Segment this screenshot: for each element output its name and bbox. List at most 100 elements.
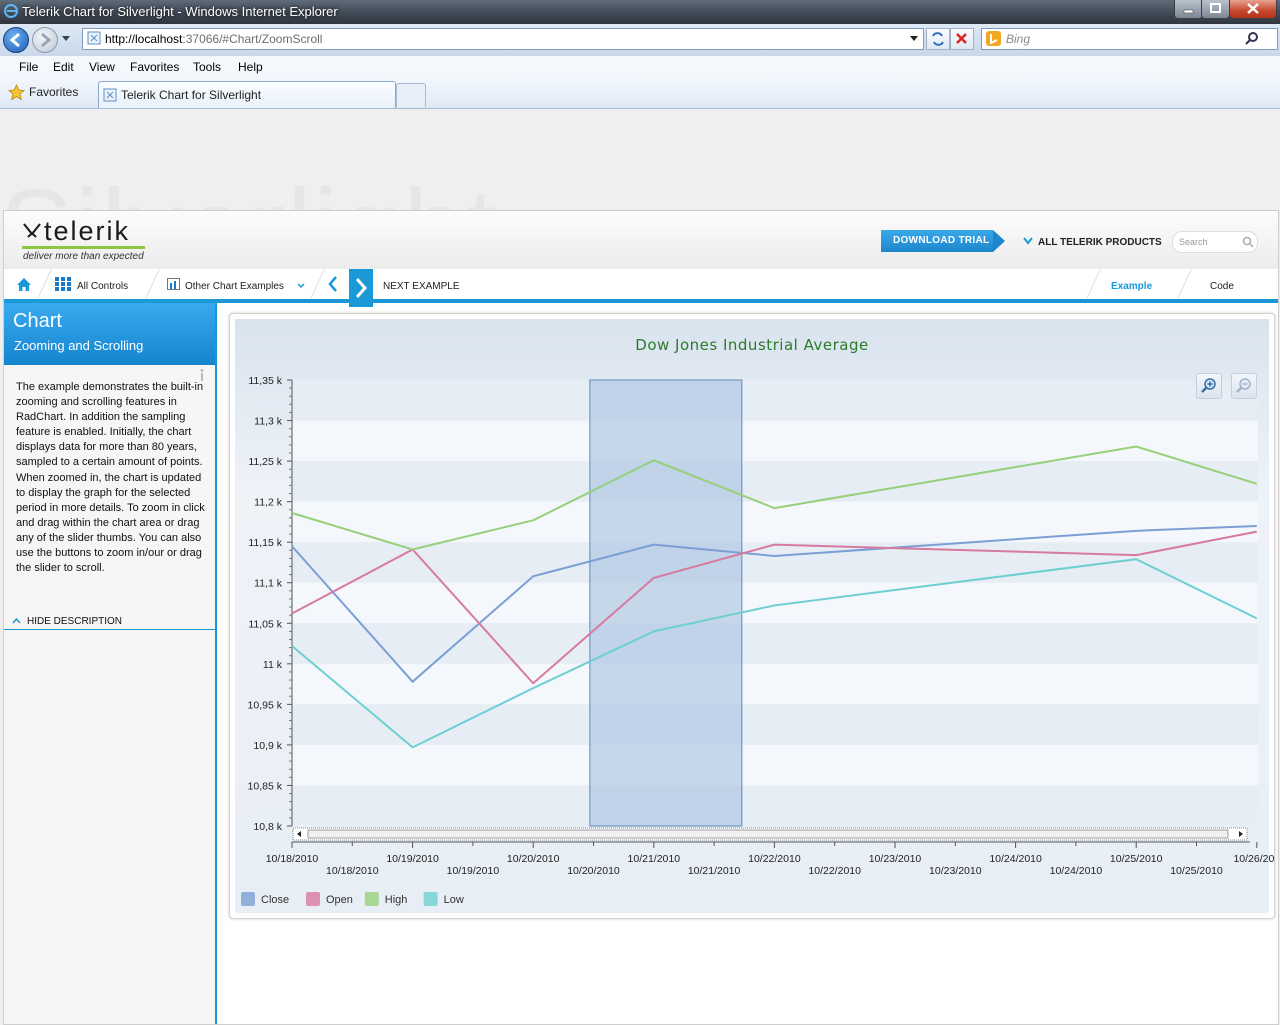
y-tick-label: 11,25 k (248, 456, 282, 468)
hide-description-button[interactable]: HIDE DESCRIPTION (27, 616, 122, 627)
grid-band (292, 420, 1258, 462)
grid-band (292, 582, 1258, 624)
url-input[interactable]: http://localhost:37066/#Chart/ZoomScroll (82, 28, 924, 50)
legend-swatch-close (241, 892, 255, 906)
new-tab-button[interactable] (396, 83, 426, 107)
tab-code[interactable]: Code (1210, 281, 1234, 292)
x-tick-label: 10/19/2010 (386, 853, 439, 865)
telerik-logo-icon[interactable] (22, 221, 42, 241)
legend-swatch-low (423, 892, 438, 906)
grid-band (292, 663, 1258, 705)
y-tick-label: 10,95 k (248, 699, 283, 711)
telerik-logo[interactable]: telerik (44, 216, 130, 247)
chevron-down-icon (1023, 237, 1033, 245)
y-tick-label: 11,2 k (254, 497, 283, 509)
site-header: telerik deliver more than expected DOWNL… (4, 211, 1278, 269)
address-toolbar: http://localhost:37066/#Chart/ZoomScroll… (0, 24, 1280, 56)
zoom-in-button[interactable] (1196, 373, 1222, 399)
x-tick-label: 10/24/2010 (1050, 865, 1103, 877)
x-tick-label: 10/19/2010 (447, 865, 500, 877)
search-icon[interactable] (1242, 236, 1254, 248)
y-tick-label: 11,05 k (248, 618, 282, 630)
grid-band (292, 461, 1258, 502)
tab-example[interactable]: Example (1111, 281, 1152, 292)
x-tick-label: 10/20/2010 (507, 853, 560, 865)
y-tick-label: 11,35 k (248, 375, 282, 387)
example-description: The example demonstrates the built-in zo… (16, 381, 205, 575)
arrow-left-icon (9, 32, 20, 48)
x-tick-label: 10/22/2010 (808, 865, 861, 877)
window-title: Telerik Chart for Silverlight - Windows … (22, 4, 338, 19)
all-controls-link[interactable]: All Controls (77, 281, 128, 292)
site-search-placeholder: Search (1179, 237, 1208, 247)
x-tick-label: 10/18/2010 (326, 865, 379, 877)
y-tick-label: 11 k (263, 659, 283, 671)
x-tick-label: 10/23/2010 (929, 865, 982, 877)
y-tick-label: 10,8 k (253, 821, 282, 833)
chevron-up-icon[interactable] (12, 618, 21, 624)
maximize-button[interactable] (1201, 0, 1230, 19)
search-placeholder: Bing (1006, 32, 1031, 46)
favorites-star-icon[interactable] (8, 84, 25, 101)
menu-help[interactable]: Help (238, 60, 263, 74)
history-dropdown-icon[interactable] (60, 34, 72, 44)
demo-app: telerik deliver more than expected DOWNL… (3, 210, 1279, 1025)
next-example-button[interactable] (349, 269, 373, 307)
url-dropdown-icon[interactable] (909, 35, 919, 43)
refresh-button[interactable] (926, 28, 950, 50)
other-chart-examples-dropdown[interactable]: Other Chart Examples (185, 281, 284, 292)
x-tick-label: 10/21/2010 (688, 865, 741, 877)
previous-example-icon[interactable] (328, 276, 338, 292)
zoom-selection-rect (589, 379, 743, 827)
stop-button[interactable] (950, 28, 974, 50)
zoom-out-button[interactable] (1231, 373, 1257, 399)
arrow-right-icon (41, 32, 52, 48)
download-trial-arrow (993, 230, 1005, 252)
y-tick-label: 10,9 k (253, 740, 282, 752)
demo-navbar: All Controls Other Chart Examples NEXT E… (4, 269, 1278, 307)
window-titlebar: Telerik Chart for Silverlight - Windows … (0, 0, 1280, 24)
menu-favorites[interactable]: Favorites (130, 60, 179, 74)
grid-band (292, 380, 1258, 421)
favorites-label[interactable]: Favorites (29, 85, 78, 99)
chart-card: Dow Jones Industrial Average 11,35 k 11,3 … (229, 313, 1275, 919)
all-products-link[interactable]: ALL TELERIK PRODUCTS (1038, 237, 1162, 248)
next-example-link[interactable]: NEXT EXAMPLE (383, 281, 460, 292)
download-trial-button[interactable]: DOWNLOAD TRIAL (881, 230, 993, 252)
grid-band (292, 623, 1258, 664)
back-button[interactable] (3, 27, 29, 53)
legend-label-close: Close (261, 894, 289, 906)
y-tick-label: 11,1 k (254, 578, 283, 590)
browser-search-input[interactable]: Bing (981, 28, 1278, 50)
legend-label-low: Low (444, 894, 464, 906)
grid-icon (55, 277, 71, 291)
grid-band (292, 785, 1258, 826)
forward-button[interactable] (32, 27, 58, 53)
legend-swatch-open (306, 892, 320, 906)
grid-band (292, 704, 1258, 745)
home-icon[interactable] (16, 277, 32, 292)
menu-file[interactable]: File (19, 60, 38, 74)
y-tick-label: 11,3 k (254, 416, 283, 428)
dow-jones-chart[interactable]: Dow Jones Industrial Average 11,35 k 11,3 … (230, 314, 1274, 918)
x-tick-label: 10/26/201 (1233, 853, 1274, 865)
menu-view[interactable]: View (89, 60, 115, 74)
menu-edit[interactable]: Edit (53, 60, 74, 74)
url-text: http://localhost:37066/#Chart/ZoomScroll (105, 32, 323, 46)
magnifier-icon[interactable] (1244, 32, 1260, 46)
favorites-bar: Favorites Telerik Chart for Silverlight (0, 78, 1280, 109)
zoom-in-icon (1201, 378, 1216, 393)
description-sidebar: Chart Zooming and Scrolling The example … (4, 303, 217, 1024)
refresh-icon (932, 32, 944, 46)
stop-icon (956, 33, 967, 44)
bar-chart-icon (167, 278, 180, 290)
grid-band (292, 744, 1258, 786)
chevron-down-icon (297, 283, 305, 289)
zoom-out-icon (1236, 378, 1251, 393)
menu-tools[interactable]: Tools (193, 60, 221, 74)
close-window-button[interactable] (1229, 0, 1277, 19)
browser-tab-active[interactable]: Telerik Chart for Silverlight (98, 81, 396, 108)
minimize-button[interactable] (1174, 0, 1203, 19)
site-search-input[interactable]: Search (1172, 231, 1258, 253)
page-viewport: Silverlight telerik deliver more than ex… (0, 109, 1280, 1025)
